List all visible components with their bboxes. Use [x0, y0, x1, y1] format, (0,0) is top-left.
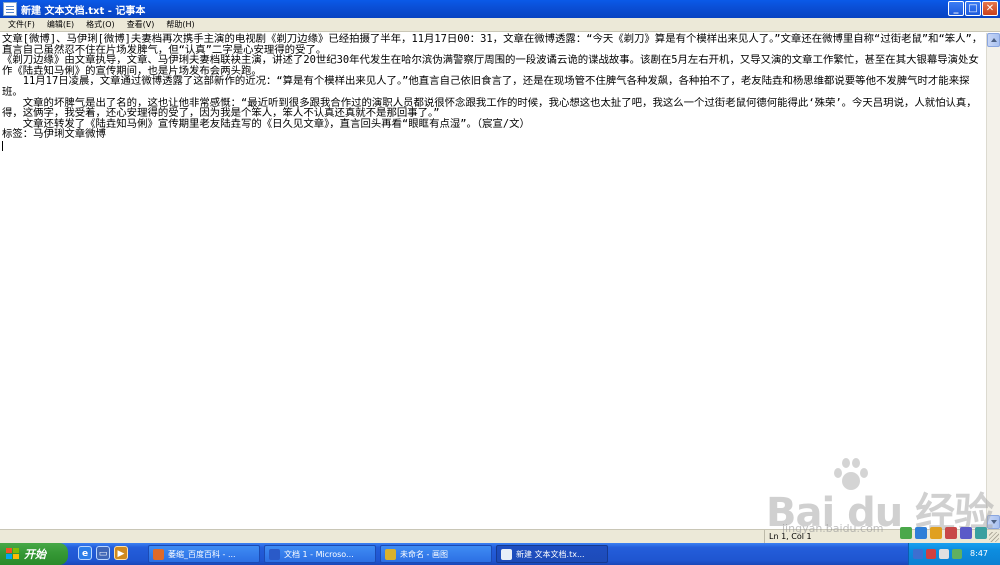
notepad-icon[interactable]: [3, 2, 17, 16]
text-line: 《剃刀边缘》由文章执导，文章、马伊琍夫妻档联袂主演，讲述了20世纪30年代发生在…: [2, 54, 979, 77]
floating-toolbar: [896, 523, 1000, 543]
menu-file[interactable]: 文件(F): [2, 18, 41, 32]
vertical-scrollbar[interactable]: [986, 33, 1000, 529]
security-icon[interactable]: [926, 549, 936, 559]
paint-icon: [385, 548, 396, 560]
menu-edit[interactable]: 编辑(E): [41, 18, 80, 32]
menu-bar: 文件(F) 编辑(E) 格式(O) 查看(V) 帮助(H): [0, 18, 1000, 32]
volume-icon[interactable]: [975, 527, 987, 539]
taskbar: 开始 e ▭ ▶ 萎缩_百度百科 - ... 文档 1 - Microso...…: [0, 543, 1000, 565]
media-player-icon[interactable]: ▶: [114, 546, 128, 560]
quick-launch: e ▭ ▶: [78, 546, 128, 560]
text-line: 文章还转发了《陆垚知马俐》宣传期里老友陆垚写的《日久见文章》，直言回头再看“眼眶…: [2, 117, 530, 130]
window-title: 新建 文本文档.txt - 记事本: [21, 5, 146, 17]
task-word[interactable]: 文档 1 - Microso...: [264, 545, 376, 563]
menu-view[interactable]: 查看(V): [121, 18, 161, 32]
minimize-button[interactable]: _: [948, 1, 964, 16]
keyboard-icon[interactable]: [915, 527, 927, 539]
volume-icon[interactable]: [939, 549, 949, 559]
menu-format[interactable]: 格式(O): [80, 18, 121, 32]
window-controls: _ □ ✕: [948, 1, 998, 16]
scroll-up-icon[interactable]: [987, 33, 1000, 47]
start-label: 开始: [24, 548, 46, 561]
task-notepad[interactable]: 新建 文本文档.tx...: [496, 545, 608, 563]
text-line: 标签：马伊琍文章微博: [2, 128, 106, 141]
text-line: 文章[微博]、马伊琍[微博]夫妻档再次携手主演的电视剧《剃刀边缘》已经拍摄了半年…: [2, 33, 983, 56]
settings-icon[interactable]: [945, 527, 957, 539]
ie-icon[interactable]: e: [78, 546, 92, 560]
notepad-icon: [501, 548, 512, 560]
network-icon[interactable]: [960, 527, 972, 539]
task-browser[interactable]: 萎缩_百度百科 - ...: [148, 545, 260, 563]
windows-logo-icon: [6, 548, 19, 560]
start-button[interactable]: 开始: [0, 543, 68, 565]
show-desktop-icon[interactable]: ▭: [96, 546, 110, 560]
maximize-button[interactable]: □: [965, 1, 981, 16]
input-method-icon[interactable]: [900, 527, 912, 539]
monitor-icon[interactable]: [913, 549, 923, 559]
text-line: 文章的坏脾气是出了名的，这也让他非常感慨：“最近听到很多跟我合作过的演职人员都说…: [2, 96, 977, 120]
help-icon[interactable]: [930, 527, 942, 539]
network-icon[interactable]: [952, 549, 962, 559]
task-paint[interactable]: 未命名 - 画图: [380, 545, 492, 563]
clock[interactable]: 8:47: [970, 543, 988, 565]
word-icon: [269, 548, 280, 560]
title-bar[interactable]: 新建 文本文档.txt - 记事本 _ □ ✕: [0, 0, 1000, 18]
watermark-url: jingyan.baidu.com: [782, 522, 884, 535]
menu-help[interactable]: 帮助(H): [160, 18, 200, 32]
text-line: 11月17日凌晨，文章通过微博透露了这部新作的近况：“算是有个模样出来见人了。”…: [2, 75, 970, 98]
system-tray: 8:47: [908, 543, 1000, 565]
browser-icon: [153, 548, 164, 560]
text-caret: [2, 140, 3, 151]
text-editor[interactable]: 文章[微博]、马伊琍[微博]夫妻档再次携手主演的电视剧《剃刀边缘》已经拍摄了半年…: [0, 33, 986, 529]
close-button[interactable]: ✕: [982, 1, 998, 16]
